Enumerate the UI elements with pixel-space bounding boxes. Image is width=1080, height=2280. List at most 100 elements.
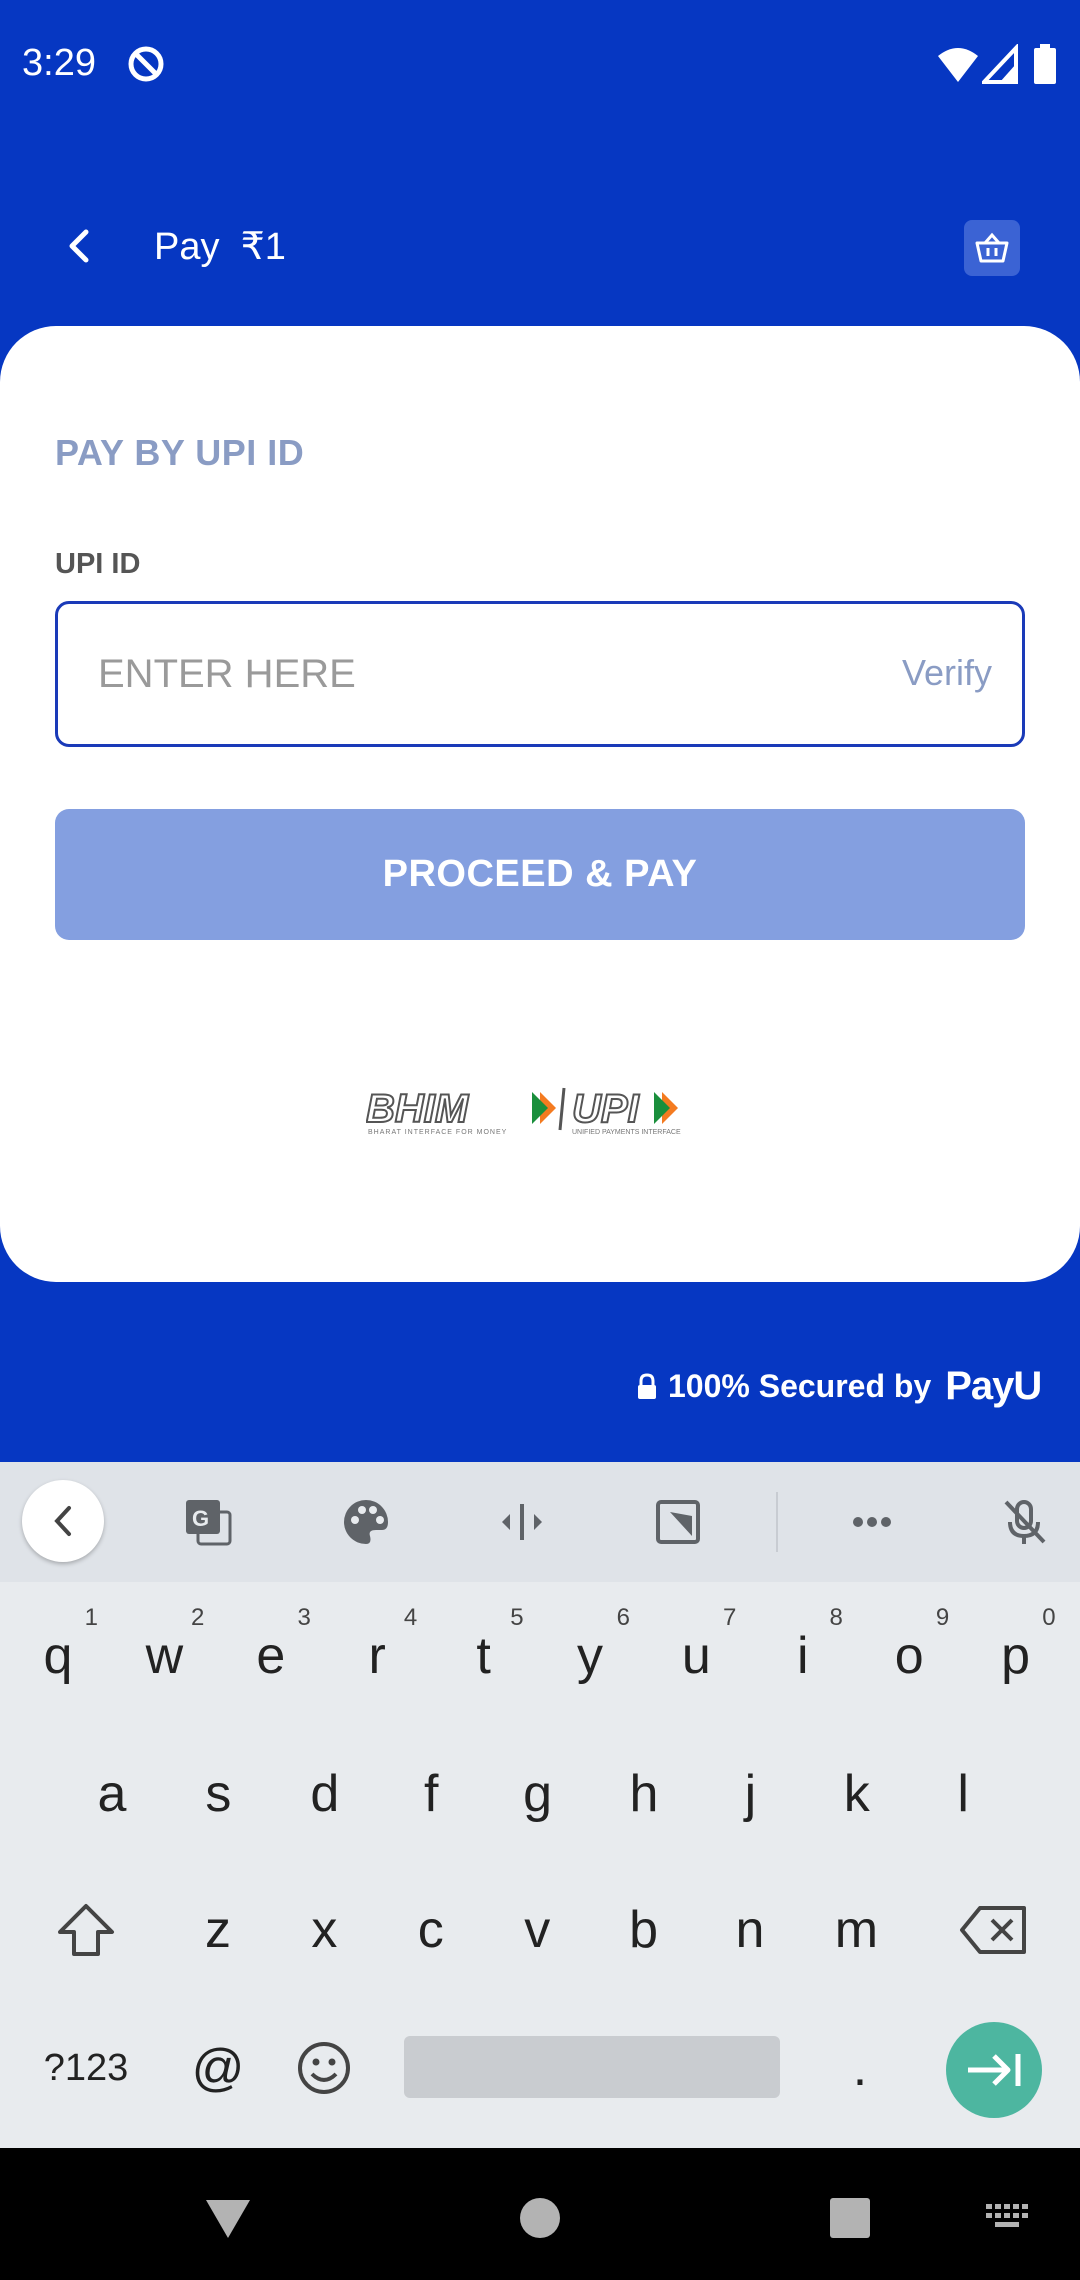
backspace-key[interactable] (944, 1870, 1044, 1990)
key-o[interactable]: o9 (859, 1596, 959, 1716)
cart-button[interactable] (964, 220, 1020, 276)
key-hint-number: 1 (84, 1604, 98, 1631)
emoji-icon (298, 2042, 350, 2094)
nav-recents-square-icon (830, 2198, 870, 2238)
translate-button[interactable]: G (178, 1492, 238, 1552)
keyboard-switch-button[interactable] (978, 2188, 1038, 2248)
key-m[interactable]: m (806, 1870, 906, 1990)
upi-id-input[interactable] (98, 604, 798, 744)
key-w[interactable]: w2 (114, 1596, 214, 1716)
key-z[interactable]: z (168, 1870, 268, 1990)
period-key[interactable]: . (810, 2008, 910, 2128)
more-horizontal-icon (853, 1517, 891, 1527)
key-y[interactable]: y6 (540, 1596, 640, 1716)
status-time: 3:29 (22, 42, 96, 84)
key-hint-number: 6 (616, 1604, 630, 1631)
tab-next-icon (968, 2054, 1021, 2086)
key-j[interactable]: j (700, 1734, 800, 1854)
symbols-key[interactable]: ?123 (36, 2008, 136, 2128)
nav-back-triangle-icon (206, 2200, 250, 2238)
wifi-icon (936, 44, 980, 89)
basket-icon (975, 232, 1009, 263)
key-p[interactable]: p0 (966, 1596, 1066, 1716)
one-hand-button[interactable] (648, 1492, 708, 1552)
key-k[interactable]: k (807, 1734, 907, 1854)
key-label: p (1001, 1627, 1031, 1685)
key-g[interactable]: g (488, 1734, 588, 1854)
key-q[interactable]: q1 (8, 1596, 108, 1716)
key-l[interactable]: l (913, 1734, 1013, 1854)
data-saver-icon (126, 44, 166, 89)
key-t[interactable]: t5 (434, 1596, 534, 1716)
upi-id-field[interactable]: Verify (55, 601, 1025, 747)
verify-button[interactable]: Verify (902, 652, 992, 694)
soft-keyboard: G q1w2e3r4t5y6u7i8o9p0 asdfghjkl zxcvbnm… (0, 1462, 1080, 2148)
key-x[interactable]: x (274, 1870, 374, 1990)
shift-key[interactable] (36, 1870, 136, 1990)
back-arrow-icon (69, 229, 89, 263)
section-title: PAY BY UPI ID (55, 432, 305, 473)
keyboard-toolbar: G (0, 1462, 1080, 1582)
one-hand-mode-icon (656, 1500, 700, 1544)
key-label: w (145, 1627, 184, 1685)
battery-icon (1034, 44, 1056, 89)
more-options-button[interactable] (842, 1492, 902, 1552)
key-i[interactable]: i8 (753, 1596, 853, 1716)
key-n[interactable]: n (700, 1870, 800, 1990)
proceed-pay-button[interactable]: PROCEED & PAY (55, 809, 1025, 940)
svg-text:BHIM: BHIM (366, 1087, 470, 1131)
key-hint-number: 5 (510, 1604, 524, 1631)
svg-text:UNIFIED PAYMENTS INTERFACE: UNIFIED PAYMENTS INTERFACE (572, 1129, 681, 1136)
payu-brand: PayU (945, 1364, 1042, 1408)
key-hint-number: 7 (723, 1604, 737, 1631)
key-r[interactable]: r4 (327, 1596, 427, 1716)
signal-icon (979, 42, 1018, 89)
key-hint-number: 2 (191, 1604, 205, 1631)
toolbar-divider (776, 1492, 778, 1552)
lock-icon (638, 1372, 656, 1399)
key-u[interactable]: u7 (646, 1596, 746, 1716)
key-b[interactable]: b (594, 1870, 694, 1990)
nav-recents-button[interactable] (820, 2188, 880, 2248)
backspace-icon (960, 1906, 1026, 1954)
key-label: u (681, 1627, 711, 1685)
palette-icon (344, 1500, 388, 1544)
key-label: y (577, 1627, 603, 1685)
chevron-left-icon (54, 1506, 71, 1536)
key-label: r (368, 1627, 386, 1685)
key-v[interactable]: v (487, 1870, 587, 1990)
emoji-key[interactable] (274, 2008, 374, 2128)
enter-key[interactable] (946, 2022, 1042, 2118)
key-f[interactable]: f (381, 1734, 481, 1854)
key-h[interactable]: h (594, 1734, 694, 1854)
key-label: e (256, 1627, 286, 1685)
svg-text:BHARAT INTERFACE FOR MONEY: BHARAT INTERFACE FOR MONEY (368, 1129, 507, 1136)
nav-home-button[interactable] (510, 2188, 570, 2248)
key-hint-number: 4 (403, 1604, 418, 1631)
text-cursor-icon (502, 1504, 542, 1540)
key-label: o (894, 1627, 924, 1685)
mic-off-icon (1004, 1500, 1046, 1544)
key-hint-number: 9 (935, 1604, 950, 1631)
key-s[interactable]: s (168, 1734, 268, 1854)
at-key[interactable]: @ (168, 2008, 268, 2128)
theme-button[interactable] (336, 1492, 396, 1552)
app-bar: Pay ₹1 (0, 136, 1080, 326)
nav-back-button[interactable] (198, 2188, 258, 2248)
voice-input-button[interactable] (994, 1492, 1054, 1552)
key-a[interactable]: a (62, 1734, 162, 1854)
key-hint-number: 0 (1042, 1604, 1056, 1631)
shift-icon (58, 1904, 114, 1956)
key-hint-number: 8 (829, 1604, 843, 1631)
key-label: i (797, 1627, 809, 1685)
key-e[interactable]: e3 (221, 1596, 321, 1716)
key-c[interactable]: c (381, 1870, 481, 1990)
secured-text: 100% Secured by (668, 1368, 932, 1404)
space-key[interactable] (404, 2036, 780, 2098)
keyboard-collapse-button[interactable] (22, 1480, 104, 1562)
translate-icon: G (186, 1500, 232, 1546)
key-label: t (476, 1627, 491, 1685)
key-d[interactable]: d (275, 1734, 375, 1854)
text-cursor-button[interactable] (492, 1492, 552, 1552)
back-button[interactable] (48, 216, 108, 276)
